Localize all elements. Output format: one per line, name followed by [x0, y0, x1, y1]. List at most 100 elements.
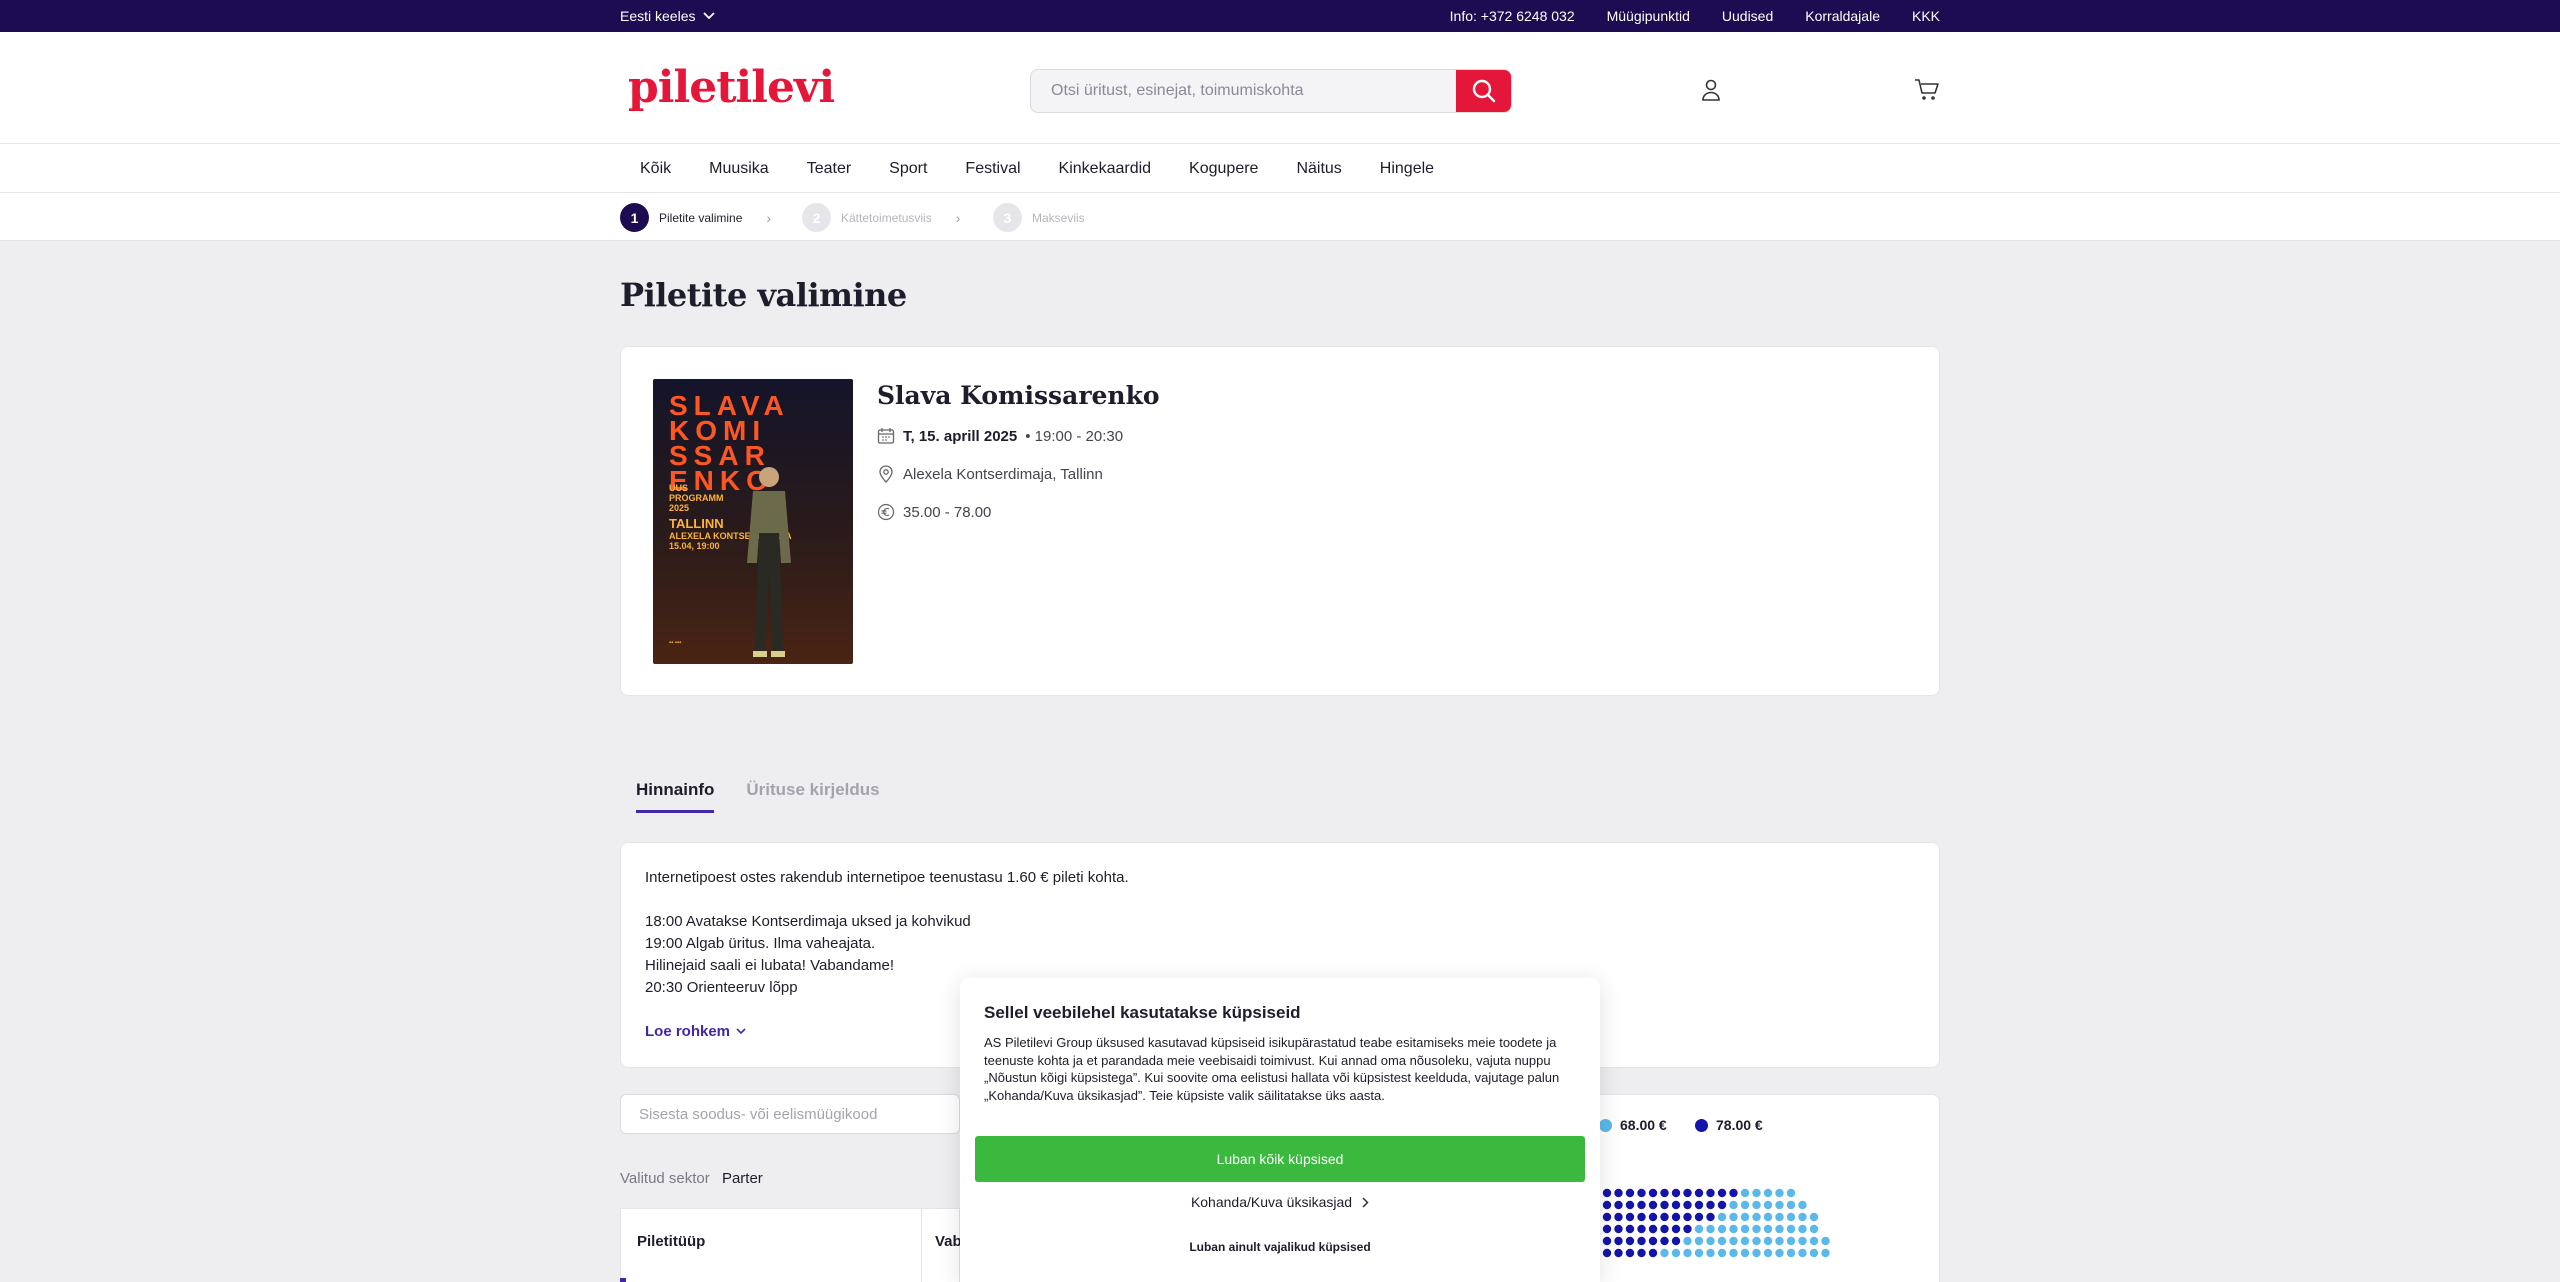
seat[interactable]: [1786, 1212, 1796, 1222]
seat[interactable]: [1637, 1248, 1646, 1258]
seat[interactable]: [1614, 1188, 1623, 1198]
seat[interactable]: [1694, 1200, 1704, 1210]
seat[interactable]: [1798, 1248, 1807, 1258]
seat[interactable]: [1729, 1248, 1738, 1258]
seat[interactable]: [1763, 1212, 1773, 1222]
cart-button[interactable]: [1914, 78, 1940, 107]
seat[interactable]: [1752, 1212, 1761, 1222]
seat[interactable]: [1752, 1188, 1761, 1198]
seat[interactable]: [1775, 1212, 1784, 1222]
seat[interactable]: [1694, 1236, 1704, 1246]
seat[interactable]: [1775, 1236, 1784, 1246]
customize-cookies-link[interactable]: Kohanda/Kuva üksikasjad: [960, 1194, 1600, 1210]
seat[interactable]: [1660, 1200, 1669, 1210]
seat[interactable]: [1625, 1200, 1635, 1210]
seat[interactable]: [1602, 1236, 1612, 1246]
seat[interactable]: [1752, 1236, 1761, 1246]
nav-item-theatre[interactable]: Teater: [807, 160, 851, 178]
seat[interactable]: [1660, 1236, 1669, 1246]
seat[interactable]: [1602, 1248, 1612, 1258]
seat[interactable]: [1625, 1224, 1635, 1234]
seat[interactable]: [1671, 1188, 1681, 1198]
nav-item-all[interactable]: Kõik: [640, 160, 671, 178]
seat[interactable]: [1625, 1248, 1635, 1258]
seat[interactable]: [1648, 1224, 1658, 1234]
seat[interactable]: [1637, 1236, 1646, 1246]
seat[interactable]: [1660, 1212, 1669, 1222]
nav-item-family[interactable]: Kogupere: [1189, 160, 1258, 178]
seat[interactable]: [1683, 1188, 1692, 1198]
seat[interactable]: [1763, 1248, 1773, 1258]
seat[interactable]: [1809, 1248, 1819, 1258]
seat[interactable]: [1706, 1236, 1715, 1246]
seat[interactable]: [1637, 1188, 1646, 1198]
seat[interactable]: [1798, 1212, 1807, 1222]
seat[interactable]: [1671, 1224, 1681, 1234]
seat[interactable]: [1671, 1212, 1681, 1222]
seat[interactable]: [1637, 1212, 1646, 1222]
seat[interactable]: [1717, 1212, 1727, 1222]
seat[interactable]: [1740, 1248, 1750, 1258]
promo-code-input[interactable]: [620, 1094, 960, 1134]
faq-link[interactable]: KKK: [1912, 8, 1940, 24]
seat[interactable]: [1706, 1200, 1715, 1210]
seat[interactable]: [1752, 1224, 1761, 1234]
seat[interactable]: [1729, 1188, 1738, 1198]
seat[interactable]: [1763, 1188, 1773, 1198]
account-button[interactable]: [1700, 78, 1722, 107]
seat[interactable]: [1683, 1200, 1692, 1210]
seat[interactable]: [1775, 1188, 1784, 1198]
seat[interactable]: [1775, 1200, 1784, 1210]
seat[interactable]: [1809, 1236, 1819, 1246]
seat[interactable]: [1729, 1212, 1738, 1222]
read-more-link[interactable]: Loe rohkem: [645, 1023, 746, 1040]
info-phone-link[interactable]: Info: +372 6248 032: [1450, 8, 1575, 24]
sales-points-link[interactable]: Müügipunktid: [1607, 8, 1690, 24]
seat[interactable]: [1602, 1224, 1612, 1234]
seat[interactable]: [1729, 1224, 1738, 1234]
seat[interactable]: [1798, 1224, 1807, 1234]
seat[interactable]: [1717, 1236, 1727, 1246]
seat-map[interactable]: [1591, 1185, 1941, 1282]
seat[interactable]: [1694, 1224, 1704, 1234]
seat[interactable]: [1752, 1200, 1761, 1210]
seat[interactable]: [1648, 1188, 1658, 1198]
nav-item-gift-cards[interactable]: Kinkekaardid: [1059, 160, 1152, 178]
seat[interactable]: [1694, 1212, 1704, 1222]
seat[interactable]: [1614, 1224, 1623, 1234]
seat[interactable]: [1706, 1248, 1715, 1258]
seat[interactable]: [1717, 1188, 1727, 1198]
nav-item-festival[interactable]: Festival: [965, 160, 1020, 178]
site-logo[interactable]: piletilevi: [628, 62, 835, 113]
seat[interactable]: [1602, 1200, 1612, 1210]
seat[interactable]: [1752, 1248, 1761, 1258]
seat[interactable]: [1614, 1200, 1623, 1210]
seat[interactable]: [1683, 1224, 1692, 1234]
seat[interactable]: [1625, 1236, 1635, 1246]
seat[interactable]: [1637, 1200, 1646, 1210]
organizer-link[interactable]: Korraldajale: [1805, 8, 1880, 24]
seat[interactable]: [1637, 1224, 1646, 1234]
seat[interactable]: [1602, 1212, 1612, 1222]
seat[interactable]: [1660, 1248, 1669, 1258]
seat[interactable]: [1763, 1200, 1773, 1210]
seat[interactable]: [1740, 1224, 1750, 1234]
nav-item-exhibition[interactable]: Näitus: [1296, 160, 1341, 178]
seat[interactable]: [1809, 1212, 1819, 1222]
seat[interactable]: [1671, 1236, 1681, 1246]
seat[interactable]: [1775, 1224, 1784, 1234]
language-selector[interactable]: Eesti keeles: [620, 8, 716, 24]
seat[interactable]: [1694, 1248, 1704, 1258]
seat[interactable]: [1660, 1224, 1669, 1234]
seat[interactable]: [1648, 1200, 1658, 1210]
seat[interactable]: [1648, 1248, 1658, 1258]
seat[interactable]: [1786, 1248, 1796, 1258]
seat[interactable]: [1717, 1248, 1727, 1258]
accept-all-cookies-button[interactable]: Luban kõik küpsised: [975, 1136, 1585, 1182]
search-button[interactable]: [1456, 70, 1511, 112]
seat[interactable]: [1683, 1248, 1692, 1258]
seat[interactable]: [1740, 1236, 1750, 1246]
seat[interactable]: [1717, 1224, 1727, 1234]
seat[interactable]: [1740, 1212, 1750, 1222]
tab-price-info[interactable]: Hinnainfo: [636, 780, 715, 813]
